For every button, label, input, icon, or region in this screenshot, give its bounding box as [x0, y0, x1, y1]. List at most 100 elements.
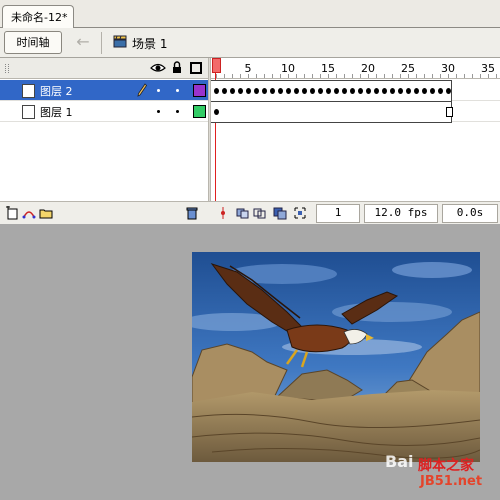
ruler-tick: [248, 74, 249, 78]
keyframe[interactable]: [342, 88, 347, 94]
ruler-tick: [360, 74, 361, 78]
ruler-tick: [392, 74, 393, 78]
frame-row[interactable]: [211, 101, 500, 123]
ruler-tick: [224, 74, 225, 78]
keyframe[interactable]: [278, 88, 283, 94]
lock-dot[interactable]: [176, 110, 179, 113]
scene-clapper-icon: [113, 35, 127, 48]
playhead[interactable]: [212, 58, 221, 73]
keyframe[interactable]: [398, 88, 403, 94]
keyframe[interactable]: [302, 88, 307, 94]
keyframe[interactable]: [270, 88, 275, 94]
ruler-tick: [472, 74, 473, 78]
delete-layer-trash-icon[interactable]: [185, 206, 199, 220]
visibility-dot[interactable]: [157, 110, 160, 113]
ruler-tick: [440, 74, 441, 78]
watermark-site-name: 脚本之家: [418, 458, 474, 474]
keyframe[interactable]: [246, 88, 251, 94]
lock-dot[interactable]: [176, 89, 179, 92]
ruler-tick: [376, 74, 377, 78]
show-hide-eye-icon[interactable]: [150, 62, 166, 74]
keyframe[interactable]: [446, 88, 451, 94]
insert-folder-icon[interactable]: [39, 206, 53, 220]
ruler-tick: [496, 74, 497, 78]
frame-rate-field[interactable]: 12.0 fps: [364, 204, 438, 223]
layer-outline-color-swatch[interactable]: [193, 84, 206, 97]
onion-skin-outlines-icon[interactable]: [253, 206, 267, 220]
ruler-tick: [368, 74, 369, 78]
outline-toggle-icon[interactable]: [190, 62, 202, 74]
ruler-tick: [480, 74, 481, 78]
keyframe[interactable]: [214, 109, 219, 115]
keyframe[interactable]: [390, 88, 395, 94]
keyframe[interactable]: [414, 88, 419, 94]
ruler-tick: [456, 74, 457, 78]
ruler-tick: [432, 74, 433, 78]
ruler-tick: [320, 74, 321, 78]
timeline-status-bar: 1 12.0 fps 0.0s: [0, 201, 500, 224]
layer-row[interactable]: 图层 1: [0, 101, 208, 122]
insert-layer-icon[interactable]: [5, 206, 19, 220]
ruler-tick: [384, 74, 385, 78]
keyframe[interactable]: [334, 88, 339, 94]
layer-header: [0, 58, 208, 79]
ruler-tick: [448, 74, 449, 78]
scene-label: 场景 1: [132, 37, 168, 51]
keyframe[interactable]: [374, 88, 379, 94]
keyframe[interactable]: [318, 88, 323, 94]
stage-canvas-eagle-scene[interactable]: [192, 252, 480, 462]
back-arrow-icon[interactable]: ←: [72, 33, 94, 53]
ruler-tick: [400, 74, 401, 78]
keyframe[interactable]: [262, 88, 267, 94]
ruler-tick: [264, 74, 265, 78]
ruler-tick: [464, 74, 465, 78]
edit-multiple-frames-icon[interactable]: [273, 206, 287, 220]
keyframe[interactable]: [366, 88, 371, 94]
edit-bar: 时间轴 ← 场景 1: [0, 28, 500, 58]
keyframe[interactable]: [350, 88, 355, 94]
keyframe[interactable]: [286, 88, 291, 94]
ruler-tick: [216, 74, 217, 78]
pencil-icon: [137, 83, 147, 97]
keyframe[interactable]: [430, 88, 435, 94]
end-frame-marker[interactable]: [446, 107, 453, 117]
layer-name[interactable]: 图层 2: [40, 83, 73, 99]
keyframe[interactable]: [222, 88, 227, 94]
keyframe[interactable]: [438, 88, 443, 94]
keyframe[interactable]: [254, 88, 259, 94]
keyframe[interactable]: [382, 88, 387, 94]
add-motion-guide-icon[interactable]: [22, 206, 36, 220]
center-frame-icon[interactable]: [216, 206, 230, 220]
timeline-toggle-button[interactable]: 时间轴: [4, 31, 62, 54]
current-frame-field: 1: [316, 204, 360, 223]
keyframe[interactable]: [358, 88, 363, 94]
ruler-tick: [416, 74, 417, 78]
modify-onion-markers-icon[interactable]: [293, 206, 307, 220]
keyframe[interactable]: [230, 88, 235, 94]
onion-skin-icon[interactable]: [236, 206, 250, 220]
ruler-tick: [296, 74, 297, 78]
keyframe[interactable]: [238, 88, 243, 94]
frame-span[interactable]: [211, 101, 452, 123]
keyframe[interactable]: [310, 88, 315, 94]
keyframe[interactable]: [326, 88, 331, 94]
layer-name[interactable]: 图层 1: [40, 104, 73, 120]
elapsed-time-field: 0.0s: [442, 204, 498, 223]
document-tab[interactable]: 未命名-12*: [2, 5, 74, 28]
ruler-tick: [408, 74, 409, 78]
ruler-tick: [344, 74, 345, 78]
keyframe[interactable]: [294, 88, 299, 94]
ruler-tick: [232, 74, 233, 78]
ruler-tick: [272, 74, 273, 78]
layer-outline-color-swatch[interactable]: [193, 105, 206, 118]
lock-icon[interactable]: [172, 61, 182, 74]
frame-ruler[interactable]: 15101520253035: [211, 58, 500, 79]
panel-grip-icon[interactable]: [5, 64, 9, 73]
layer-row[interactable]: 图层 2: [0, 80, 208, 101]
frame-row[interactable]: [211, 80, 500, 102]
keyframe[interactable]: [422, 88, 427, 94]
watermark-site-url: JB51.net: [420, 474, 483, 489]
keyframe[interactable]: [406, 88, 411, 94]
keyframe[interactable]: [214, 88, 219, 94]
visibility-dot[interactable]: [157, 89, 160, 92]
